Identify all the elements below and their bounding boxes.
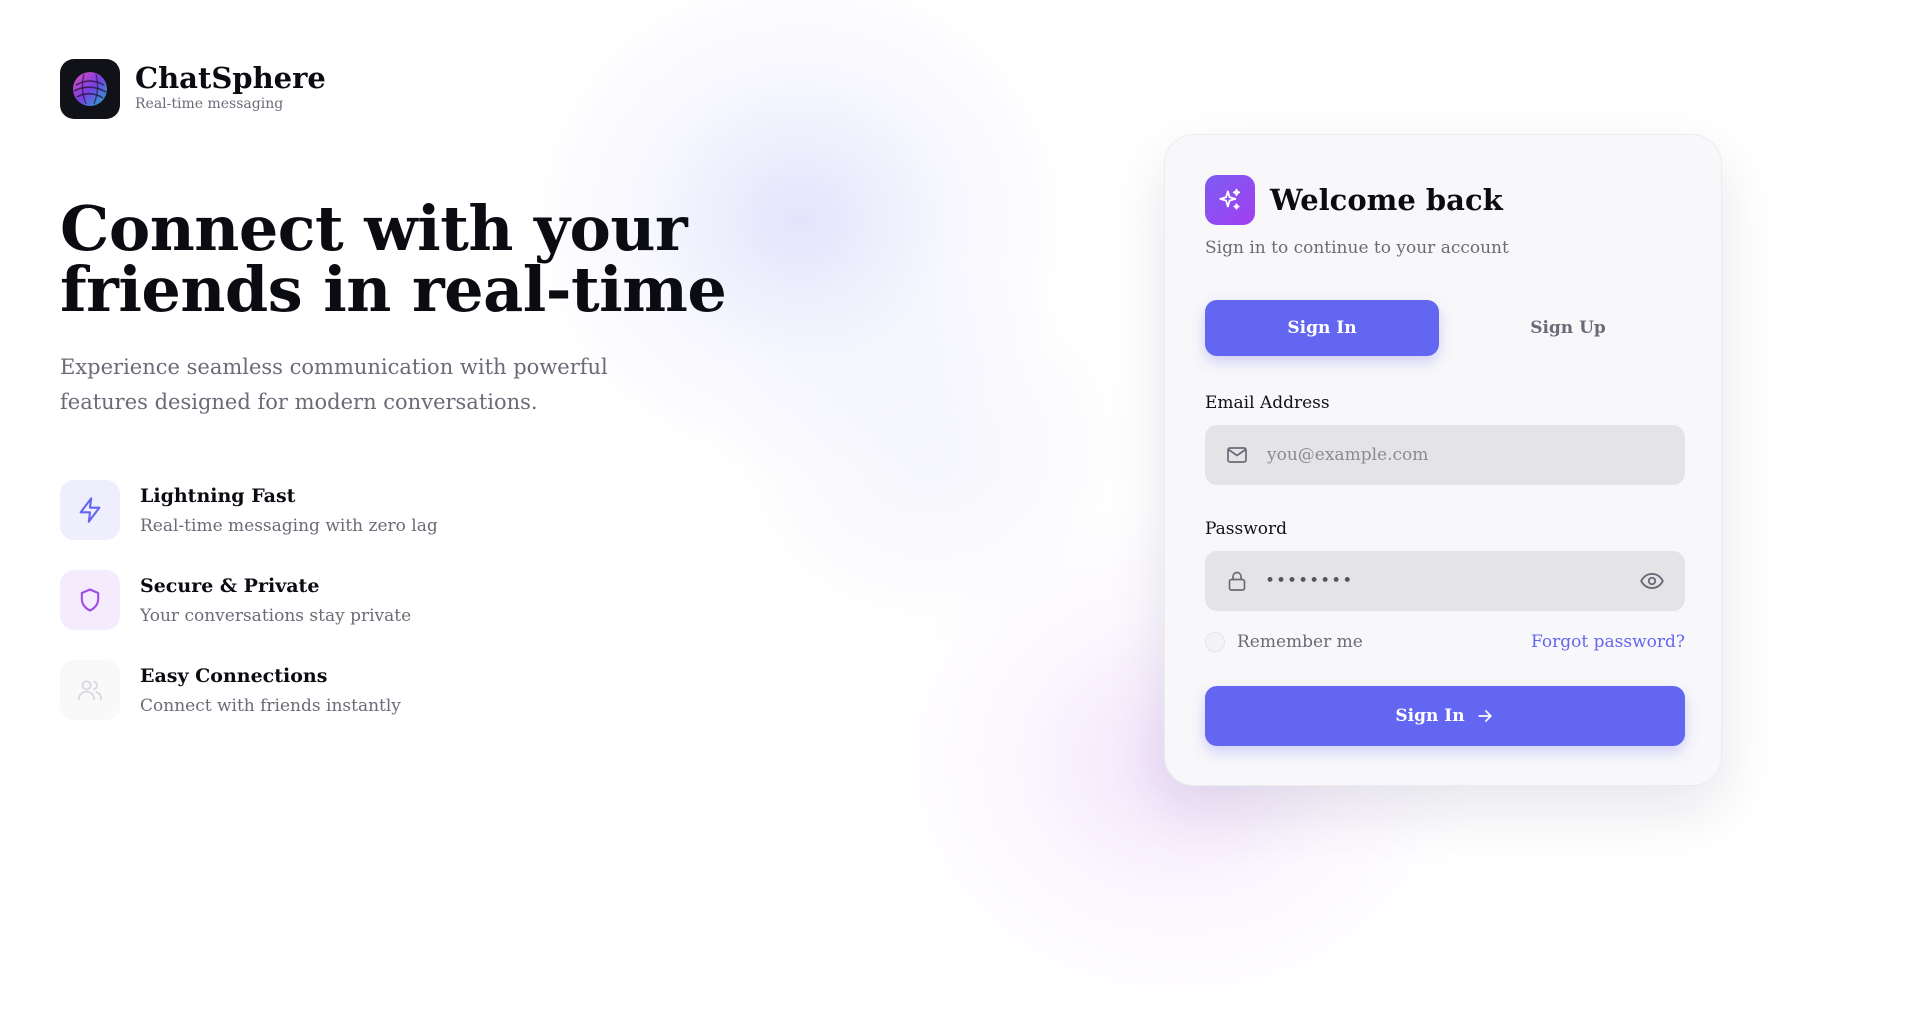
tab-sign-in[interactable]: Sign In xyxy=(1205,300,1439,356)
email-label: Email Address xyxy=(1205,393,1330,413)
feature-description: Your conversations stay private xyxy=(140,606,412,626)
card-title: Welcome back xyxy=(1270,183,1503,217)
feature-item: Easy Connections Connect with friends in… xyxy=(60,660,438,750)
lightning-icon xyxy=(60,480,120,540)
feature-description: Real-time messaging with zero lag xyxy=(140,516,438,536)
brand-header: ChatSphere Real-time messaging xyxy=(60,59,326,119)
tab-sign-up[interactable]: Sign Up xyxy=(1451,300,1685,356)
card-subtitle: Sign in to continue to your account xyxy=(1205,238,1509,258)
forgot-password-link[interactable]: Forgot password? xyxy=(1531,632,1685,652)
remember-me[interactable]: Remember me xyxy=(1205,632,1363,652)
feature-title: Lightning Fast xyxy=(140,485,296,507)
feature-title: Easy Connections xyxy=(140,665,328,687)
users-icon xyxy=(60,660,120,720)
arrow-right-icon xyxy=(1475,706,1495,726)
lock-icon xyxy=(1225,569,1249,593)
chatsphere-logo-icon xyxy=(60,59,120,119)
feature-description: Connect with friends instantly xyxy=(140,696,401,716)
remember-checkbox[interactable] xyxy=(1205,632,1225,652)
sign-in-button[interactable]: Sign In xyxy=(1205,686,1685,746)
form-options-row: Remember me Forgot password? xyxy=(1205,632,1685,652)
sparkles-icon xyxy=(1205,175,1255,225)
feature-item: Secure & Private Your conversations stay… xyxy=(60,570,438,660)
hero-title: Connect with your friends in real-time xyxy=(60,192,727,326)
brand-name: ChatSphere xyxy=(135,61,326,95)
email-input[interactable] xyxy=(1265,424,1685,486)
eye-icon[interactable] xyxy=(1639,568,1665,594)
email-field[interactable] xyxy=(1205,424,1685,486)
remember-label: Remember me xyxy=(1237,632,1363,652)
auth-tabs: Sign In Sign Up xyxy=(1205,300,1685,356)
hero-subtitle: Experience seamless communication with p… xyxy=(60,355,608,414)
mail-icon xyxy=(1225,443,1249,467)
password-input[interactable]: •••••••• xyxy=(1265,571,1639,591)
password-label: Password xyxy=(1205,519,1288,539)
shield-icon xyxy=(60,570,120,630)
password-field[interactable]: •••••••• xyxy=(1205,551,1685,611)
brand-tagline: Real-time messaging xyxy=(135,96,284,112)
feature-item: Lightning Fast Real-time messaging with … xyxy=(60,480,438,570)
feature-title: Secure & Private xyxy=(140,575,320,597)
feature-list: Lightning Fast Real-time messaging with … xyxy=(60,480,438,750)
sign-in-button-label: Sign In xyxy=(1395,706,1465,726)
auth-card: Welcome back Sign in to continue to your… xyxy=(1164,134,1722,786)
